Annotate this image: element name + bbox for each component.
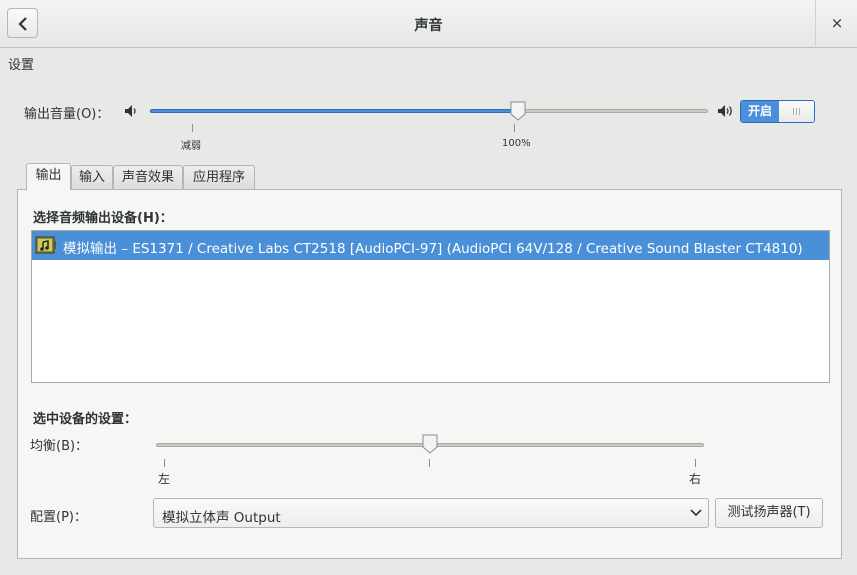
- profile-selected-value: 模拟立体声 Output: [162, 510, 281, 526]
- tick-low-label: 减弱: [181, 141, 201, 152]
- balance-slider-handle[interactable]: [422, 434, 438, 454]
- tick-left: [164, 459, 165, 467]
- speaker-low-icon: [125, 105, 136, 117]
- close-button[interactable]: ×: [826, 12, 848, 34]
- header-separator: [815, 0, 816, 48]
- close-icon: ×: [830, 14, 844, 32]
- tick-low: [192, 124, 193, 132]
- device-description: – ES1371 / Creative Labs CT2518 [AudioPC…: [121, 241, 803, 257]
- switch-grip: [799, 108, 800, 115]
- tab-sound-effects[interactable]: 声音效果: [113, 165, 183, 190]
- output-device-list[interactable]: 模拟输出 – ES1371 / Creative Labs CT2518 [Au…: [31, 230, 830, 383]
- switch-grip: [796, 108, 797, 115]
- output-volume-fill: [150, 109, 519, 113]
- tick-100-label: 100%: [502, 138, 531, 149]
- audio-card-icon: [35, 236, 56, 254]
- profile-select[interactable]: 模拟立体声 Output: [153, 498, 709, 528]
- balance-right-label: 右: [689, 472, 702, 486]
- output-mute-switch[interactable]: 开启: [740, 100, 815, 123]
- tab-output[interactable]: 输出: [26, 163, 71, 190]
- tab-applications[interactable]: 应用程序: [183, 165, 255, 190]
- output-volume-label: 输出音量(O)：: [24, 107, 110, 122]
- balance-label: 均衡(B)：: [30, 439, 89, 454]
- balance-left-label: 左: [158, 472, 171, 486]
- device-section-title: 选择音频输出设备(H)：: [33, 211, 173, 226]
- chevron-down-icon: [690, 509, 702, 517]
- test-speakers-button[interactable]: 测试扬声器(T): [715, 498, 823, 528]
- profile-label: 配置(P)：: [30, 510, 87, 525]
- window-title: 声音: [414, 18, 443, 34]
- output-volume-slider-handle[interactable]: [510, 101, 526, 121]
- tab-input[interactable]: 输入: [71, 165, 113, 190]
- switch-grip: [793, 108, 794, 115]
- output-tab-panel: 选择音频输出设备(H)： 模拟输出 – ES1371 / Creative La…: [17, 189, 842, 559]
- list-item[interactable]: 模拟输出 – ES1371 / Creative Labs CT2518 [Au…: [32, 231, 829, 260]
- switch-handle[interactable]: [779, 101, 814, 122]
- switch-on-label: 开启: [741, 101, 779, 122]
- tick-right: [695, 459, 696, 467]
- selected-settings-title: 选中设备的设置：: [33, 412, 138, 427]
- settings-label: 设置: [8, 58, 35, 73]
- speaker-high-icon: [718, 105, 732, 117]
- header-bar: 声音 ×: [0, 0, 857, 48]
- device-name: 模拟输出: [63, 241, 117, 257]
- device-label: 模拟输出 – ES1371 / Creative Labs CT2518 [Au…: [63, 237, 803, 257]
- tick-100: [514, 124, 515, 132]
- tick-center: [429, 459, 430, 467]
